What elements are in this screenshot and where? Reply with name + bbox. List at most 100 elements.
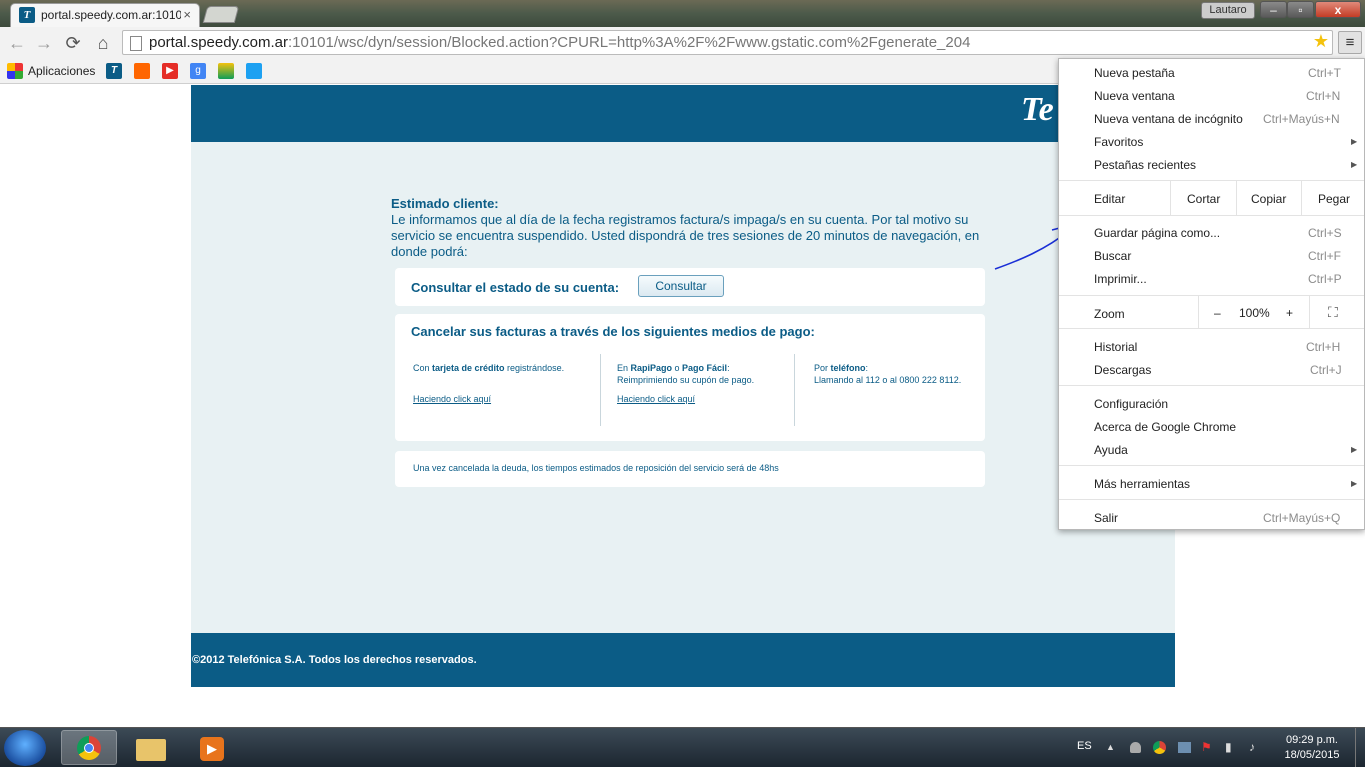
menu-find[interactable]: Buscar (1094, 249, 1131, 263)
tab-close-icon[interactable]: × (183, 7, 191, 22)
bookmark-google-icon[interactable]: g (190, 63, 206, 79)
menu-exit[interactable]: Salir (1094, 511, 1118, 525)
chrome-menu-button[interactable]: ≡ (1338, 31, 1362, 54)
tray-network-icon[interactable]: ▮ (1225, 740, 1232, 754)
menu-new-tab[interactable]: Nueva pestaña (1094, 66, 1175, 80)
home-button[interactable]: ⌂ (92, 32, 114, 54)
consultar-card: Consultar el estado de su cuenta: Consul… (395, 268, 985, 306)
menu-print[interactable]: Imprimir... (1094, 272, 1147, 286)
menu-history-shortcut: Ctrl+H (1306, 340, 1341, 354)
tab-title: portal.speedy.com.ar:1010 (41, 8, 181, 22)
menu-downloads[interactable]: Descargas (1094, 363, 1151, 377)
menu-new-window[interactable]: Nueva ventana (1094, 89, 1175, 103)
tray-language[interactable]: ES (1077, 740, 1092, 752)
taskbar-media-player-button[interactable]: ▶ (183, 730, 239, 765)
debt-info-text: Una vez cancelada la deuda, los tiempos … (413, 463, 779, 473)
bookmark-apps-label[interactable]: Aplicaciones (28, 64, 95, 78)
menu-separator (1059, 295, 1364, 296)
menu-new-tab-shortcut: Ctrl+T (1308, 66, 1341, 80)
fullscreen-icon[interactable]: ⛶ (1328, 304, 1338, 321)
menu-copy[interactable]: Copiar (1251, 192, 1286, 206)
maximize-button[interactable]: ▫ (1287, 1, 1314, 18)
menu-find-shortcut: Ctrl+F (1308, 249, 1341, 263)
menu-help[interactable]: Ayuda (1094, 443, 1128, 457)
tray-chrome-icon[interactable] (1153, 741, 1166, 754)
address-bar[interactable]: portal.speedy.com.ar:10101/wsc/dyn/sessi… (122, 30, 1333, 55)
payment-credit-card-text: Con tarjeta de crédito registrándose. (413, 363, 565, 373)
bookmark-soundcloud-icon[interactable] (134, 63, 150, 79)
media-player-icon: ▶ (200, 737, 224, 761)
menu-exit-shortcut: Ctrl+Mayús+Q (1263, 511, 1341, 525)
user-profile-button[interactable]: Lautaro (1201, 2, 1255, 19)
menu-separator (1059, 328, 1364, 329)
page-header: Te (191, 85, 1175, 142)
footer-copyright: ©2012 Telefónica S.A. Todos los derechos… (192, 654, 477, 666)
menu-divider (1301, 181, 1302, 215)
bookmark-site-icon[interactable] (218, 63, 234, 79)
menu-save-page-as[interactable]: Guardar página como... (1094, 226, 1220, 240)
new-tab-button[interactable] (202, 6, 240, 23)
zoom-in-button[interactable]: + (1286, 306, 1293, 320)
menu-divider (1170, 181, 1171, 215)
menu-cut[interactable]: Cortar (1187, 192, 1220, 206)
page-icon (130, 36, 142, 51)
windows-taskbar: ▶ ES ▲ ⚑ ▮ ♪ 09:29 p.m. 18/05/2015 (0, 727, 1365, 767)
payment-rapipago-link[interactable]: Haciendo click aquí (617, 394, 695, 404)
menu-divider (1236, 181, 1237, 215)
menu-divider (1198, 296, 1199, 328)
tray-show-hidden-icon[interactable]: ▲ (1106, 742, 1115, 752)
minimize-button[interactable]: – (1260, 1, 1287, 18)
tray-notification-icon[interactable] (1130, 742, 1141, 753)
column-divider (600, 354, 601, 426)
menu-incognito-shortcut: Ctrl+Mayús+N (1263, 112, 1340, 126)
start-button[interactable] (4, 730, 46, 766)
menu-separator (1059, 465, 1364, 466)
folder-icon (136, 739, 166, 761)
bookmark-site2-icon[interactable] (246, 63, 262, 79)
zoom-level-value: 100% (1239, 306, 1270, 320)
reload-button[interactable]: ⟳ (62, 32, 84, 54)
menu-save-shortcut: Ctrl+S (1308, 226, 1342, 240)
menu-more-tools[interactable]: Más herramientas (1094, 477, 1190, 491)
notice-body: Le informamos que al día de la fecha reg… (391, 212, 980, 259)
menu-zoom-label: Zoom (1094, 307, 1125, 321)
notice-heading: Estimado cliente: (391, 196, 499, 211)
menu-bookmarks[interactable]: Favoritos (1094, 135, 1143, 149)
menu-paste[interactable]: Pegar (1318, 192, 1350, 206)
back-button[interactable]: ← (6, 32, 28, 54)
tray-monitor-icon[interactable] (1178, 742, 1191, 753)
page-footer: ©2012 Telefónica S.A. Todos los derechos… (191, 633, 1175, 687)
submenu-arrow-icon: ▶ (1351, 137, 1358, 146)
menu-incognito[interactable]: Nueva ventana de incógnito (1094, 112, 1243, 126)
menu-about-chrome[interactable]: Acerca de Google Chrome (1094, 420, 1236, 434)
taskbar-chrome-button[interactable] (61, 730, 117, 765)
chrome-main-menu: Nueva pestaña Ctrl+T Nueva ventana Ctrl+… (1058, 58, 1365, 530)
browser-toolbar: ← → ⟳ ⌂ portal.speedy.com.ar:10101/wsc/d… (0, 27, 1365, 59)
taskbar-explorer-button[interactable] (123, 730, 179, 765)
payment-rapipago-text: En RapiPago o Pago Fácil: Reimprimiendo s… (617, 363, 755, 385)
show-desktop-button[interactable] (1355, 728, 1365, 767)
url-path: :10101/wsc/dyn/session/Blocked.action?CP… (287, 34, 971, 51)
clock-date[interactable]: 18/05/2015 (1281, 749, 1343, 761)
zoom-out-button[interactable]: – (1214, 306, 1221, 320)
payment-methods-card: Cancelar sus facturas a través de los si… (395, 314, 985, 441)
bookmark-youtube-icon[interactable]: ▶ (162, 63, 178, 79)
menu-recent-tabs[interactable]: Pestañas recientes (1094, 158, 1196, 172)
tray-volume-icon[interactable]: ♪ (1249, 740, 1255, 754)
apps-grid-icon[interactable] (7, 63, 23, 79)
url-host: portal.speedy.com.ar (149, 34, 288, 51)
close-window-button[interactable]: x (1315, 1, 1361, 18)
menu-separator (1059, 385, 1364, 386)
tray-action-center-icon[interactable]: ⚑ (1201, 740, 1212, 754)
bookmark-telefonica-icon[interactable]: T (106, 63, 122, 79)
clock-time[interactable]: 09:29 p.m. (1281, 734, 1343, 746)
menu-history[interactable]: Historial (1094, 340, 1137, 354)
payment-credit-card-link[interactable]: Haciendo click aquí (413, 394, 491, 404)
bookmark-star-icon[interactable]: ★ (1313, 31, 1329, 52)
tab-active[interactable]: T portal.speedy.com.ar:1010 × (10, 3, 200, 27)
menu-settings[interactable]: Configuración (1094, 397, 1168, 411)
menu-divider (1309, 296, 1310, 328)
menu-edit-label: Editar (1094, 192, 1126, 206)
consultar-button[interactable]: Consultar (638, 275, 724, 297)
forward-button[interactable]: → (33, 32, 55, 54)
